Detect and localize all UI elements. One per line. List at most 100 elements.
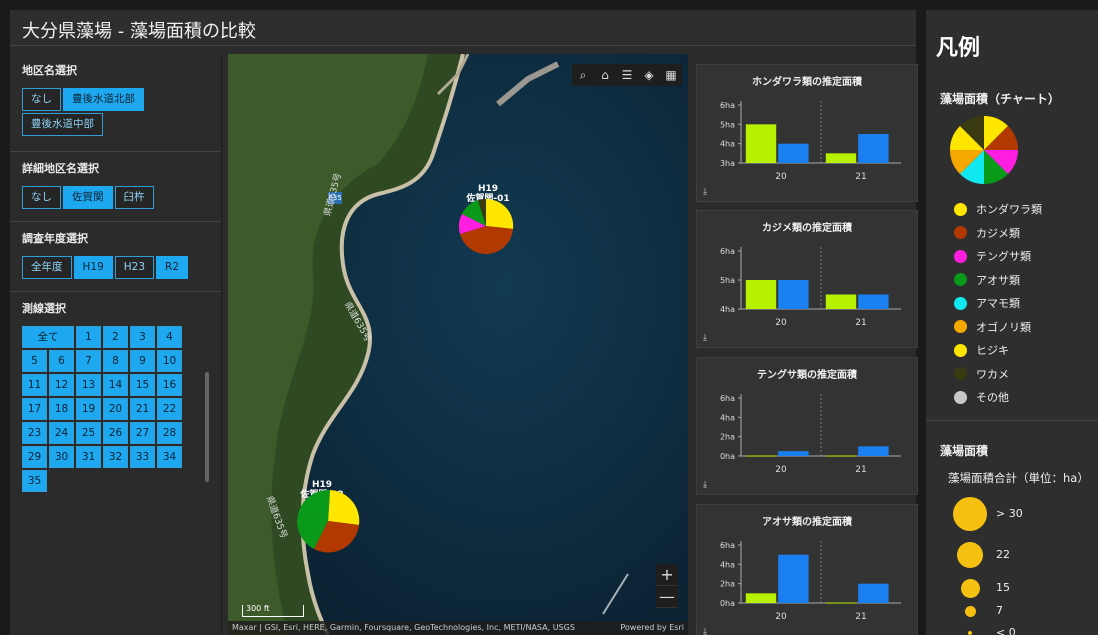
line-number-button[interactable]: 1 [76,326,101,348]
bar[interactable] [858,294,889,310]
line-number-button[interactable]: 32 [103,446,128,468]
size-label: 22 [996,548,1010,561]
legend-label: カジメ類 [976,226,1020,240]
line-scrollbar[interactable] [205,372,209,482]
legend-swatch [954,273,967,286]
download-icon[interactable]: ⤓ [703,187,707,197]
line-number-button[interactable]: 30 [49,446,74,468]
home-icon[interactable]: ⌂ [594,64,616,86]
line-number-button[interactable]: 33 [130,446,155,468]
bar[interactable] [778,143,809,163]
line-number-button[interactable]: 2 [103,326,128,348]
line-number-button[interactable]: 12 [49,374,74,396]
legend-item: ワカメ [954,365,1009,383]
line-number-button[interactable]: 4 [157,326,182,348]
size-legend-item: 7 [964,604,1003,617]
line-number-button[interactable]: 14 [103,374,128,396]
bar[interactable] [778,554,809,603]
area-label: 地区名選択 [22,64,77,77]
legend-panel: 凡例 藻場面積（チャート） ホンダワラ類 カジメ類 テングサ類 アオサ類 アマモ類 オゴノ… [926,10,1098,635]
line-number-button[interactable]: 11 [22,374,47,396]
zoom-out-button[interactable]: — [656,586,678,608]
bar[interactable] [778,451,809,456]
pie-marker-2[interactable] [294,487,362,555]
line-number-button[interactable]: 22 [157,398,182,420]
line-number-button[interactable]: 6 [49,350,74,372]
line-number-button[interactable]: 16 [157,374,182,396]
download-icon[interactable]: ⤓ [703,480,707,490]
line-number-button[interactable]: 26 [103,422,128,444]
line-number-button[interactable]: 28 [157,422,182,444]
x-tick-label: 21 [855,318,866,328]
zoom-in-button[interactable]: + [656,564,678,586]
year-option-button[interactable]: H23 [114,256,155,279]
bar[interactable] [858,446,889,456]
line-number-button[interactable]: 27 [130,422,155,444]
line-number-button[interactable]: 8 [103,350,128,372]
bar[interactable] [745,280,777,309]
line-number-button[interactable]: 31 [76,446,101,468]
attribution-bar: Maxar | GSI, Esri, HERE, Garmin, Foursqu… [228,621,690,635]
bar[interactable] [745,124,777,163]
line-number-button[interactable]: 24 [49,422,74,444]
search-icon[interactable]: ⌕ [572,64,594,86]
bar[interactable] [745,593,777,603]
y-tick-label: 2ha [720,433,735,442]
size-legend-subtitle: 藻場面積合計（単位：ha） [948,471,1089,485]
line-number-button[interactable]: 34 [157,446,182,468]
line-number-button[interactable]: 35 [22,470,47,492]
legend-pie-sample [950,116,1018,184]
size-legend-item: < 0 [968,626,1016,635]
year-option-button[interactable]: 全年度 [22,256,72,279]
line-number-button[interactable]: 10 [157,350,182,372]
bar[interactable] [825,455,857,457]
line-number-button[interactable]: 9 [130,350,155,372]
line-number-button[interactable]: 17 [22,398,47,420]
map-view[interactable]: 635 県道635号 県道635号 県道635号 H19 佐賀関-01 H19 … [228,54,690,635]
bar[interactable] [858,134,889,163]
line-number-button[interactable]: 5 [22,350,47,372]
download-icon[interactable]: ⤓ [703,333,707,343]
download-icon[interactable]: ⤓ [703,627,707,635]
pie-marker-1[interactable] [457,197,515,255]
line-number-button[interactable]: 23 [22,422,47,444]
line-number-button[interactable]: 18 [49,398,74,420]
bar-chart-card: テングサ類の推定面積 0ha 2ha 4ha 6ha 20 21 ⤓ [696,357,918,495]
area-option-button[interactable]: 豊後水道北部 [63,88,144,111]
line-number-button[interactable]: 21 [130,398,155,420]
subarea-section: 詳細地区名選択 なし 佐賀関 臼杵 [10,152,221,222]
line-number-button[interactable]: 29 [22,446,47,468]
legend-swatch [954,226,967,239]
area-option-button[interactable]: 豊後水道中部 [22,113,103,136]
chart-title: カジメ類の推定面積 [762,223,852,234]
bar[interactable] [745,455,777,457]
bar[interactable] [825,602,857,604]
area-option-button[interactable]: なし [22,88,61,111]
subarea-option-button[interactable]: 臼杵 [114,186,154,209]
line-all-button[interactable]: 全て [22,326,74,348]
line-number-button[interactable]: 13 [76,374,101,396]
x-tick-label: 21 [855,612,866,622]
line-number-button[interactable]: 20 [103,398,128,420]
list-icon[interactable]: ☰ [616,64,638,86]
qr-code-icon[interactable]: ▦ [660,64,682,86]
line-number-button[interactable]: 19 [76,398,101,420]
y-tick-label: 6ha [720,101,735,110]
layers-icon[interactable]: ◈ [638,64,660,86]
bar[interactable] [778,280,809,309]
year-option-button[interactable]: R2 [156,256,189,279]
size-legend-item: 22 [957,542,1010,568]
subarea-option-button[interactable]: 佐賀関 [63,186,113,209]
line-number-button[interactable]: 25 [76,422,101,444]
line-number-button[interactable]: 7 [76,350,101,372]
line-number-button[interactable]: 15 [130,374,155,396]
bar-chart-card: アオサ類の推定面積 0ha 2ha 4ha 6ha 20 21 ⤓ [696,504,918,635]
y-tick-label: 0ha [720,452,735,461]
bar[interactable] [858,583,889,603]
chart-plot: 0ha 2ha 4ha 6ha 20 21 [720,394,901,475]
line-number-button[interactable]: 3 [130,326,155,348]
bar[interactable] [825,294,857,310]
subarea-option-button[interactable]: なし [22,186,61,209]
year-option-button[interactable]: H19 [73,256,113,279]
bar[interactable] [825,153,857,163]
